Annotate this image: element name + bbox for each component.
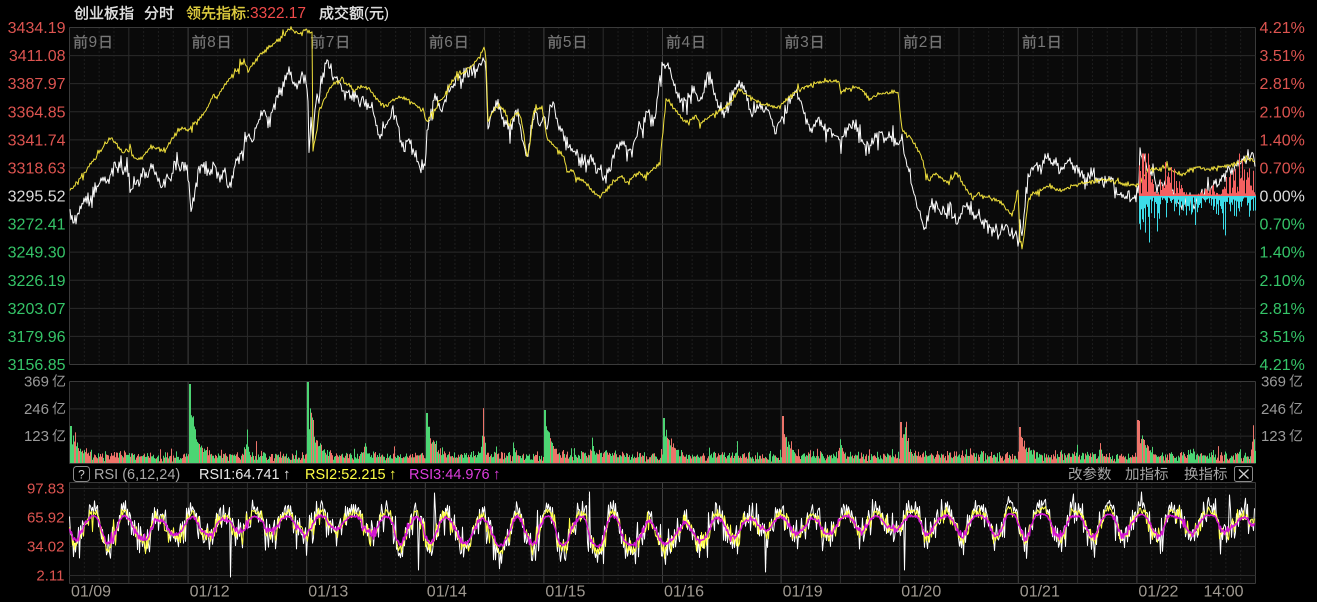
svg-text:2.11: 2.11 bbox=[36, 568, 64, 585]
svg-text:369: 369 bbox=[24, 374, 49, 391]
svg-text:123: 123 bbox=[24, 428, 49, 445]
svg-text:3295.52: 3295.52 bbox=[8, 189, 66, 206]
svg-text:3387.97: 3387.97 bbox=[8, 76, 66, 93]
svg-text:7: 7 bbox=[326, 34, 335, 51]
svg-text:1: 1 bbox=[1037, 34, 1046, 51]
svg-text:6: 6 bbox=[444, 34, 453, 51]
svg-text:01/13: 01/13 bbox=[308, 584, 348, 601]
svg-text:4: 4 bbox=[682, 34, 691, 51]
svg-text:3249.30: 3249.30 bbox=[8, 245, 66, 262]
svg-text:3156.85: 3156.85 bbox=[8, 357, 66, 374]
svg-text:4.21%: 4.21% bbox=[1260, 20, 1305, 37]
svg-text:0.70%: 0.70% bbox=[1260, 217, 1305, 234]
svg-text:2: 2 bbox=[919, 34, 928, 51]
svg-text:01/20: 01/20 bbox=[901, 584, 941, 601]
svg-text:5: 5 bbox=[563, 34, 572, 51]
svg-text:01/19: 01/19 bbox=[783, 584, 823, 601]
svg-text:3: 3 bbox=[800, 34, 809, 51]
svg-text:3272.41: 3272.41 bbox=[8, 217, 66, 234]
svg-text:65.92: 65.92 bbox=[27, 510, 65, 527]
svg-text:2.10%: 2.10% bbox=[1260, 273, 1305, 290]
svg-text:↑: ↑ bbox=[283, 466, 291, 483]
svg-text:3318.63: 3318.63 bbox=[8, 160, 66, 177]
svg-text:RSI2:52.215: RSI2:52.215 bbox=[305, 467, 386, 483]
svg-text:RSI3:44.976: RSI3:44.976 bbox=[409, 467, 490, 483]
svg-text:3411.08: 3411.08 bbox=[9, 48, 66, 65]
svg-text:?: ? bbox=[78, 468, 85, 482]
svg-text:3341.74: 3341.74 bbox=[8, 132, 66, 149]
svg-text:8: 8 bbox=[207, 34, 216, 51]
svg-text:↑: ↑ bbox=[493, 466, 501, 483]
svg-text:01/22: 01/22 bbox=[1138, 584, 1178, 601]
svg-text:01/12: 01/12 bbox=[190, 584, 230, 601]
svg-text:1.40%: 1.40% bbox=[1260, 132, 1305, 149]
svg-text:01/21: 01/21 bbox=[1020, 584, 1060, 601]
svg-text:RSI1:64.741: RSI1:64.741 bbox=[199, 467, 280, 483]
svg-text:2.10%: 2.10% bbox=[1260, 104, 1305, 121]
svg-text:01/15: 01/15 bbox=[545, 584, 585, 601]
svg-text:2.81%: 2.81% bbox=[1260, 76, 1305, 93]
svg-text:14:00: 14:00 bbox=[1204, 584, 1244, 601]
svg-text:97.83: 97.83 bbox=[27, 481, 65, 498]
svg-text:369: 369 bbox=[1261, 374, 1286, 391]
svg-text:4.21%: 4.21% bbox=[1260, 357, 1305, 374]
svg-text:0.70%: 0.70% bbox=[1260, 160, 1305, 177]
svg-text:123: 123 bbox=[1261, 428, 1286, 445]
svg-text:9: 9 bbox=[89, 34, 98, 51]
svg-text:↑: ↑ bbox=[389, 466, 397, 483]
svg-text:01/16: 01/16 bbox=[664, 584, 704, 601]
svg-text:0.00%: 0.00% bbox=[1260, 189, 1305, 206]
svg-text:3179.96: 3179.96 bbox=[8, 329, 66, 346]
svg-text:246: 246 bbox=[1261, 401, 1286, 418]
svg-text:34.02: 34.02 bbox=[27, 539, 65, 556]
svg-text:RSI (6,12,24): RSI (6,12,24) bbox=[94, 467, 180, 483]
svg-text:(: ( bbox=[364, 5, 369, 22]
svg-text:2.81%: 2.81% bbox=[1260, 301, 1305, 318]
svg-text:3434.19: 3434.19 bbox=[8, 20, 66, 37]
svg-text:246: 246 bbox=[24, 401, 49, 418]
svg-text:3.51%: 3.51% bbox=[1260, 48, 1305, 65]
svg-text:): ) bbox=[384, 5, 389, 22]
svg-text:3322.17: 3322.17 bbox=[250, 5, 306, 22]
svg-text:01/09: 01/09 bbox=[71, 584, 111, 601]
svg-text:01/14: 01/14 bbox=[427, 584, 467, 601]
svg-text:1.40%: 1.40% bbox=[1260, 245, 1305, 262]
svg-text:3364.85: 3364.85 bbox=[8, 104, 66, 121]
svg-text:3203.07: 3203.07 bbox=[8, 301, 66, 318]
svg-text:3.51%: 3.51% bbox=[1260, 329, 1305, 346]
svg-text:3226.19: 3226.19 bbox=[8, 273, 66, 290]
